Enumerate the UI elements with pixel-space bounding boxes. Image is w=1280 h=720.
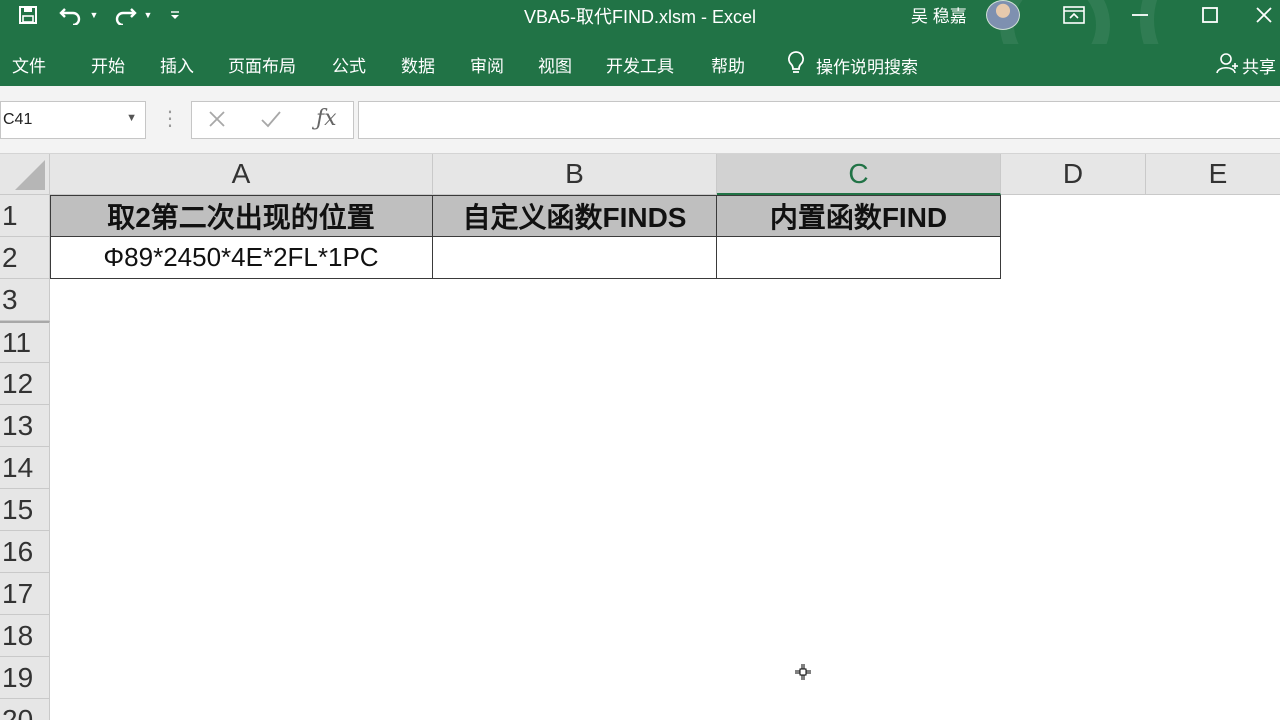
row-header-13[interactable]: 13	[0, 405, 50, 447]
ribbon-display-options-icon[interactable]	[1050, 0, 1098, 30]
share-button[interactable]: 共享	[1216, 52, 1276, 79]
tab-home[interactable]: 开始	[91, 52, 125, 77]
cell-b1[interactable]: 自定义函数FINDS	[433, 195, 717, 237]
row-header-3[interactable]: 3	[0, 279, 50, 321]
tab-insert[interactable]: 插入	[160, 52, 194, 77]
formula-bar-area: C41 ▼ ⋮ ƒx	[0, 86, 1280, 154]
title-bar: ▼ ▼ VBA5-取代FIND.xlsm - Excel 吴 稳嘉	[0, 0, 1280, 44]
row-header-16[interactable]: 16	[0, 531, 50, 573]
minimize-icon[interactable]	[1116, 0, 1164, 30]
tab-review[interactable]: 审阅	[470, 52, 504, 77]
worksheet-grid: A B C D E 1 2 3 11 12 13 14 15 16 17 18 …	[0, 154, 1280, 720]
name-box[interactable]: C41 ▼	[0, 101, 146, 139]
cell-a2[interactable]: Φ89*2450*4E*2FL*1PC	[50, 237, 433, 279]
tell-me-label: 操作说明搜索	[816, 58, 918, 77]
enter-check-icon[interactable]	[260, 108, 282, 136]
share-label: 共享	[1242, 58, 1276, 77]
person-icon	[1216, 52, 1238, 79]
move-cursor-icon	[795, 664, 811, 680]
lightbulb-icon	[786, 50, 806, 81]
column-header-c[interactable]: C	[717, 154, 1001, 195]
tab-formulas[interactable]: 公式	[332, 52, 366, 77]
row-header-19[interactable]: 19	[0, 657, 50, 699]
formula-bar-resize-handle[interactable]: ⋮	[160, 106, 180, 131]
redo-icon[interactable]	[110, 2, 140, 28]
tab-page-layout[interactable]: 页面布局	[228, 52, 296, 77]
tab-data[interactable]: 数据	[401, 52, 435, 77]
ribbon-tabs: 文件 开始 插入 页面布局 公式 数据 审阅 视图 开发工具 帮助 操作说明搜索…	[0, 44, 1280, 86]
column-header-d[interactable]: D	[1001, 154, 1146, 195]
formula-buttons: ƒx	[191, 101, 354, 139]
close-icon[interactable]	[1240, 0, 1280, 30]
row-header-2[interactable]: 2	[0, 237, 50, 279]
row-header-18[interactable]: 18	[0, 615, 50, 657]
tab-help[interactable]: 帮助	[711, 52, 745, 77]
maximize-icon[interactable]	[1186, 0, 1234, 30]
undo-dropdown-icon[interactable]: ▼	[88, 4, 100, 26]
cell-a1[interactable]: 取2第二次出现的位置	[50, 195, 433, 237]
row-header-17[interactable]: 17	[0, 573, 50, 615]
avatar[interactable]	[986, 0, 1020, 30]
cancel-icon[interactable]	[208, 108, 226, 136]
cell-b2[interactable]	[433, 237, 717, 279]
row-header-12[interactable]: 12	[0, 363, 50, 405]
column-header-e[interactable]: E	[1146, 154, 1280, 195]
tab-view[interactable]: 视图	[538, 52, 572, 77]
row-header-20[interactable]: 20	[0, 699, 50, 720]
column-header-b[interactable]: B	[433, 154, 717, 195]
tab-file[interactable]: 文件	[12, 52, 46, 77]
name-box-value: C41	[3, 111, 33, 128]
cell-c1[interactable]: 内置函数FIND	[717, 195, 1001, 237]
insert-function-icon[interactable]: ƒx	[316, 106, 337, 131]
tab-developer[interactable]: 开发工具	[606, 52, 674, 77]
row-header-15[interactable]: 15	[0, 489, 50, 531]
customize-toolbar-icon[interactable]	[168, 4, 182, 26]
undo-icon[interactable]	[56, 2, 86, 28]
row-header-11[interactable]: 11	[0, 321, 50, 363]
save-icon[interactable]	[16, 4, 40, 26]
tell-me-search[interactable]: 操作说明搜索	[786, 50, 918, 81]
select-all-button[interactable]	[0, 154, 50, 195]
user-name[interactable]: 吴 稳嘉	[911, 2, 967, 27]
chevron-down-icon[interactable]: ▼	[126, 112, 137, 124]
row-header-14[interactable]: 14	[0, 447, 50, 489]
column-header-a[interactable]: A	[50, 154, 433, 195]
window-title: VBA5-取代FIND.xlsm - Excel	[524, 7, 757, 27]
formula-input[interactable]	[358, 101, 1280, 139]
row-header-1[interactable]: 1	[0, 195, 50, 237]
redo-dropdown-icon[interactable]: ▼	[142, 4, 154, 26]
cell-c2[interactable]	[717, 237, 1001, 279]
